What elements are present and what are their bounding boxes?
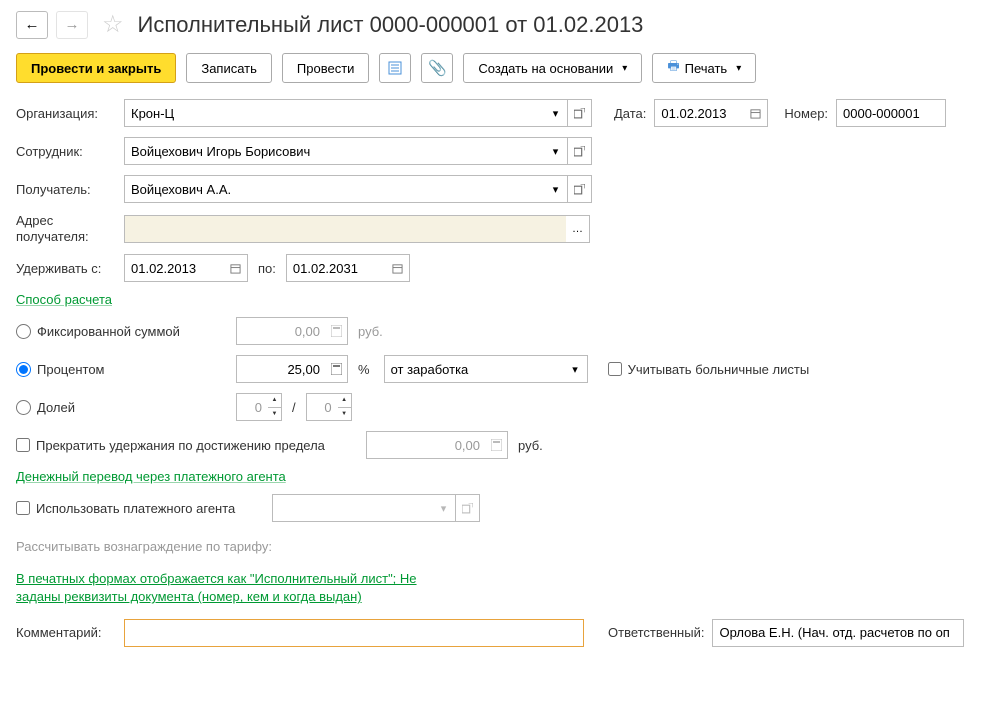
- favorite-icon[interactable]: ☆: [102, 10, 124, 39]
- withhold-to-input[interactable]: [286, 254, 386, 282]
- agent-input: [272, 494, 432, 522]
- percent-base-dropdown[interactable]: ▾: [564, 355, 588, 383]
- report-icon: [388, 61, 402, 75]
- calculator-icon: [486, 431, 508, 459]
- organization-open[interactable]: [568, 99, 592, 127]
- tariff-label: Рассчитывать вознаграждение по тарифу:: [16, 539, 272, 554]
- create-based-button[interactable]: Создать на основании: [463, 53, 642, 83]
- write-button[interactable]: Записать: [186, 53, 272, 83]
- fixed-unit: руб.: [358, 324, 383, 339]
- date-label: Дата:: [614, 106, 646, 121]
- percent-radio[interactable]: Процентом: [16, 362, 236, 377]
- report-button[interactable]: [379, 53, 411, 83]
- organization-dropdown[interactable]: ▾: [544, 99, 568, 127]
- percent-value-input[interactable]: [236, 355, 326, 383]
- use-agent-checkbox[interactable]: Использовать платежного агента: [16, 501, 272, 516]
- fraction-radio[interactable]: Долей: [16, 400, 236, 415]
- responsible-label: Ответственный:: [608, 625, 704, 640]
- address-input[interactable]: [124, 215, 566, 243]
- fraction-divider: /: [292, 400, 296, 415]
- recipient-open[interactable]: [568, 175, 592, 203]
- sick-leave-checkbox[interactable]: Учитывать больничные листы: [608, 362, 810, 377]
- recipient-label: Получатель:: [16, 182, 124, 197]
- calculator-icon: [326, 317, 348, 345]
- employee-open[interactable]: [568, 137, 592, 165]
- printer-icon: 🖶: [667, 57, 679, 79]
- print-form-link[interactable]: В печатных формах отображается как "Испо…: [16, 571, 417, 604]
- withhold-to-label: по:: [258, 261, 276, 276]
- stop-limit-checkbox[interactable]: Прекратить удержания по достижению преде…: [16, 438, 366, 453]
- calendar-icon: [230, 263, 241, 274]
- number-input[interactable]: [836, 99, 946, 127]
- fraction-den-input: [306, 393, 338, 421]
- print-button[interactable]: 🖶 Печать: [652, 53, 756, 83]
- withhold-from-calendar[interactable]: [224, 254, 248, 282]
- forward-button[interactable]: →: [56, 11, 88, 39]
- calculator-icon[interactable]: [326, 355, 348, 383]
- withhold-from-input[interactable]: [124, 254, 224, 282]
- number-label: Номер:: [784, 106, 828, 121]
- page-title: Исполнительный лист 0000-000001 от 01.02…: [138, 12, 644, 38]
- transfer-section-title: Денежный перевод через платежного агента: [16, 469, 978, 484]
- employee-input[interactable]: [124, 137, 544, 165]
- paperclip-icon: 📎: [428, 59, 447, 77]
- percent-unit: %: [358, 362, 370, 377]
- attachment-button[interactable]: 📎: [421, 53, 453, 83]
- comment-label: Комментарий:: [16, 625, 124, 640]
- post-and-close-button[interactable]: Провести и закрыть: [16, 53, 176, 83]
- recipient-input[interactable]: [124, 175, 544, 203]
- stop-limit-unit: руб.: [518, 438, 543, 453]
- fraction-den-spinner: ▲▼: [338, 393, 352, 421]
- date-input[interactable]: [654, 99, 744, 127]
- stop-limit-value-input: [366, 431, 486, 459]
- agent-dropdown: ▾: [432, 494, 456, 522]
- recipient-dropdown[interactable]: ▾: [544, 175, 568, 203]
- address-more[interactable]: …: [566, 215, 590, 243]
- organization-input[interactable]: [124, 99, 544, 127]
- fixed-sum-radio[interactable]: Фиксированной суммой: [16, 324, 236, 339]
- agent-open: [456, 494, 480, 522]
- address-label: Адрес получателя:: [16, 213, 124, 244]
- withhold-to-calendar[interactable]: [386, 254, 410, 282]
- fixed-value-input: [236, 317, 326, 345]
- organization-label: Организация:: [16, 106, 124, 121]
- fraction-num-input: [236, 393, 268, 421]
- comment-input[interactable]: [124, 619, 584, 647]
- calendar-icon: [392, 263, 403, 274]
- calendar-icon: [750, 108, 761, 119]
- post-button[interactable]: Провести: [282, 53, 370, 83]
- date-calendar[interactable]: [744, 99, 768, 127]
- calc-section-title: Способ расчета: [16, 292, 978, 307]
- employee-dropdown[interactable]: ▾: [544, 137, 568, 165]
- employee-label: Сотрудник:: [16, 144, 124, 159]
- withhold-from-label: Удерживать с:: [16, 261, 124, 276]
- fraction-num-spinner: ▲▼: [268, 393, 282, 421]
- back-button[interactable]: ←: [16, 11, 48, 39]
- percent-base-input[interactable]: [384, 355, 564, 383]
- responsible-input[interactable]: [712, 619, 964, 647]
